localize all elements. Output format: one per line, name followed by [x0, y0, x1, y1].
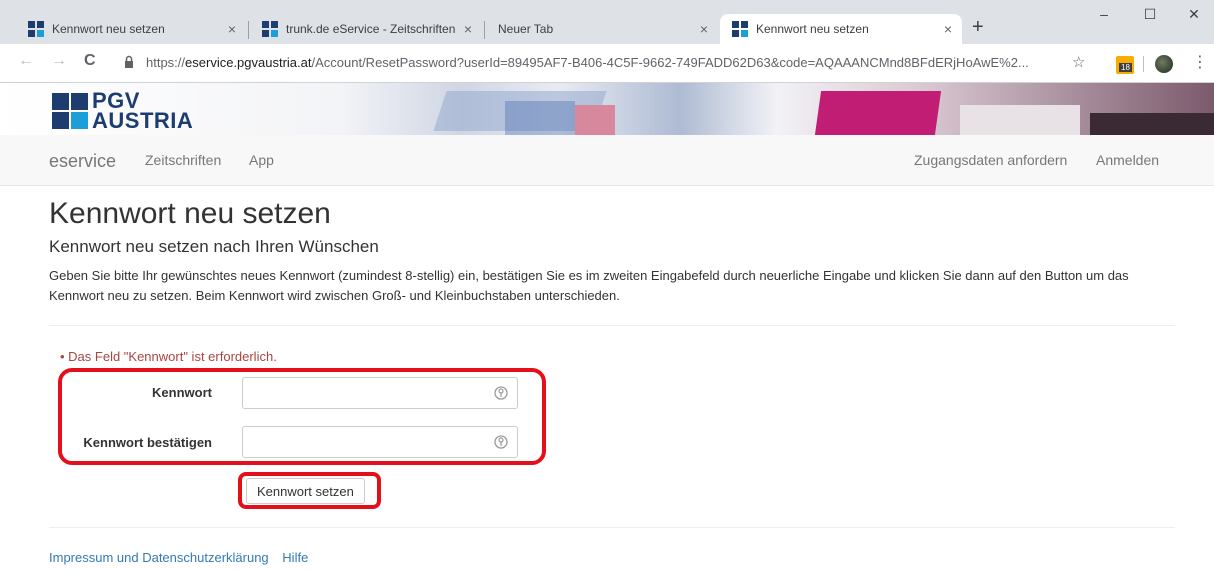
new-tab-button[interactable]: +	[972, 16, 984, 39]
close-tab-icon[interactable]: ×	[228, 21, 236, 37]
nav-link-app[interactable]: App	[249, 152, 274, 168]
address-bar-url[interactable]: https://eservice.pgvaustria.at/Account/R…	[146, 55, 1076, 70]
pgv-grid-icon	[732, 21, 748, 37]
tab-title: Neuer Tab	[498, 22, 554, 36]
tab-title: Kennwort neu setzen	[52, 22, 165, 36]
toolbar-separator	[1143, 56, 1144, 72]
forward-button[interactable]: →	[51, 52, 67, 70]
nav-link-zeitschriften[interactable]: Zeitschriften	[145, 152, 221, 168]
close-tab-icon[interactable]: ×	[464, 21, 472, 37]
footer-divider	[49, 527, 1175, 528]
banner-decoration	[575, 105, 615, 135]
logo-text-austria: AUSTRIA	[92, 108, 194, 133]
tab-separator	[248, 21, 249, 39]
footer-link-impressum[interactable]: Impressum und Datenschutzerklärung	[49, 550, 269, 565]
tab-kennwort-1[interactable]: Kennwort neu setzen ×	[16, 14, 246, 44]
logo-square	[71, 112, 88, 129]
divider	[49, 325, 1175, 326]
tab-neuer-tab[interactable]: Neuer Tab ×	[486, 14, 718, 44]
logo-square	[52, 112, 69, 129]
validation-error: • Das Feld "Kennwort" ist erforderlich.	[60, 349, 277, 364]
banner-decoration	[505, 101, 575, 135]
annotation-highlight-button	[238, 472, 381, 509]
extension-badge: 18	[1119, 63, 1132, 72]
nav-link-anmelden[interactable]: Anmelden	[1096, 152, 1159, 168]
footer: Impressum und Datenschutzerklärung Hilfe	[49, 550, 308, 565]
profile-avatar[interactable]	[1155, 55, 1173, 73]
browser-tab-bar: Kennwort neu setzen × trunk.de eService …	[0, 0, 1214, 44]
url-path: /Account/ResetPassword?userId=89495AF7-B…	[311, 55, 1029, 70]
browser-menu-icon[interactable]: ⋮	[1192, 52, 1208, 72]
banner-decoration	[814, 91, 942, 135]
bookmark-star-icon[interactable]: ☆	[1072, 53, 1085, 71]
pgv-grid-icon	[262, 21, 278, 37]
logo-square	[71, 93, 88, 110]
main-content: Kennwort neu setzen Kennwort neu setzen …	[49, 196, 1175, 303]
tab-title: Kennwort neu setzen	[756, 22, 869, 36]
pgv-grid-icon	[28, 21, 44, 37]
tab-kennwort-active[interactable]: Kennwort neu setzen ×	[720, 14, 962, 44]
close-window-button[interactable]: ✕	[1174, 6, 1214, 23]
page-subtitle: Kennwort neu setzen nach Ihren Wünschen	[49, 237, 379, 256]
close-tab-icon[interactable]: ×	[944, 21, 952, 37]
close-tab-icon[interactable]: ×	[700, 21, 708, 37]
tab-trunk[interactable]: trunk.de eService - Zeitschriften ×	[250, 14, 482, 44]
nav-link-zugangsdaten[interactable]: Zugangsdaten anfordern	[914, 152, 1067, 168]
header-banner: PGV AUSTRIA	[0, 83, 1214, 135]
tab-separator	[484, 21, 485, 39]
lock-icon[interactable]	[124, 55, 134, 69]
back-button[interactable]: ←	[18, 52, 34, 70]
maximize-button[interactable]: ☐	[1130, 6, 1170, 23]
banner-decoration	[960, 105, 1080, 135]
tab-title: trunk.de eService - Zeitschriften	[286, 22, 456, 36]
logo-square	[52, 93, 69, 110]
footer-link-hilfe[interactable]: Hilfe	[282, 550, 308, 565]
page-title: Kennwort neu setzen	[49, 197, 331, 230]
extension-icon[interactable]: 18	[1116, 56, 1134, 74]
reload-button[interactable]: C	[84, 52, 96, 70]
annotation-highlight-fields	[58, 368, 546, 465]
minimize-button[interactable]: –	[1084, 6, 1124, 22]
url-host: eservice.pgvaustria.at	[185, 55, 312, 70]
banner-decoration	[1090, 113, 1214, 135]
main-navbar: eservice Zeitschriften App Zugangsdaten …	[0, 135, 1214, 186]
nav-brand-eservice[interactable]: eservice	[49, 151, 116, 172]
intro-text: Geben Sie bitte Ihr gewünschtes neues Ke…	[49, 268, 1129, 303]
url-scheme: https://	[146, 55, 186, 70]
browser-toolbar: ← → C https://eservice.pgvaustria.at/Acc…	[0, 44, 1214, 83]
